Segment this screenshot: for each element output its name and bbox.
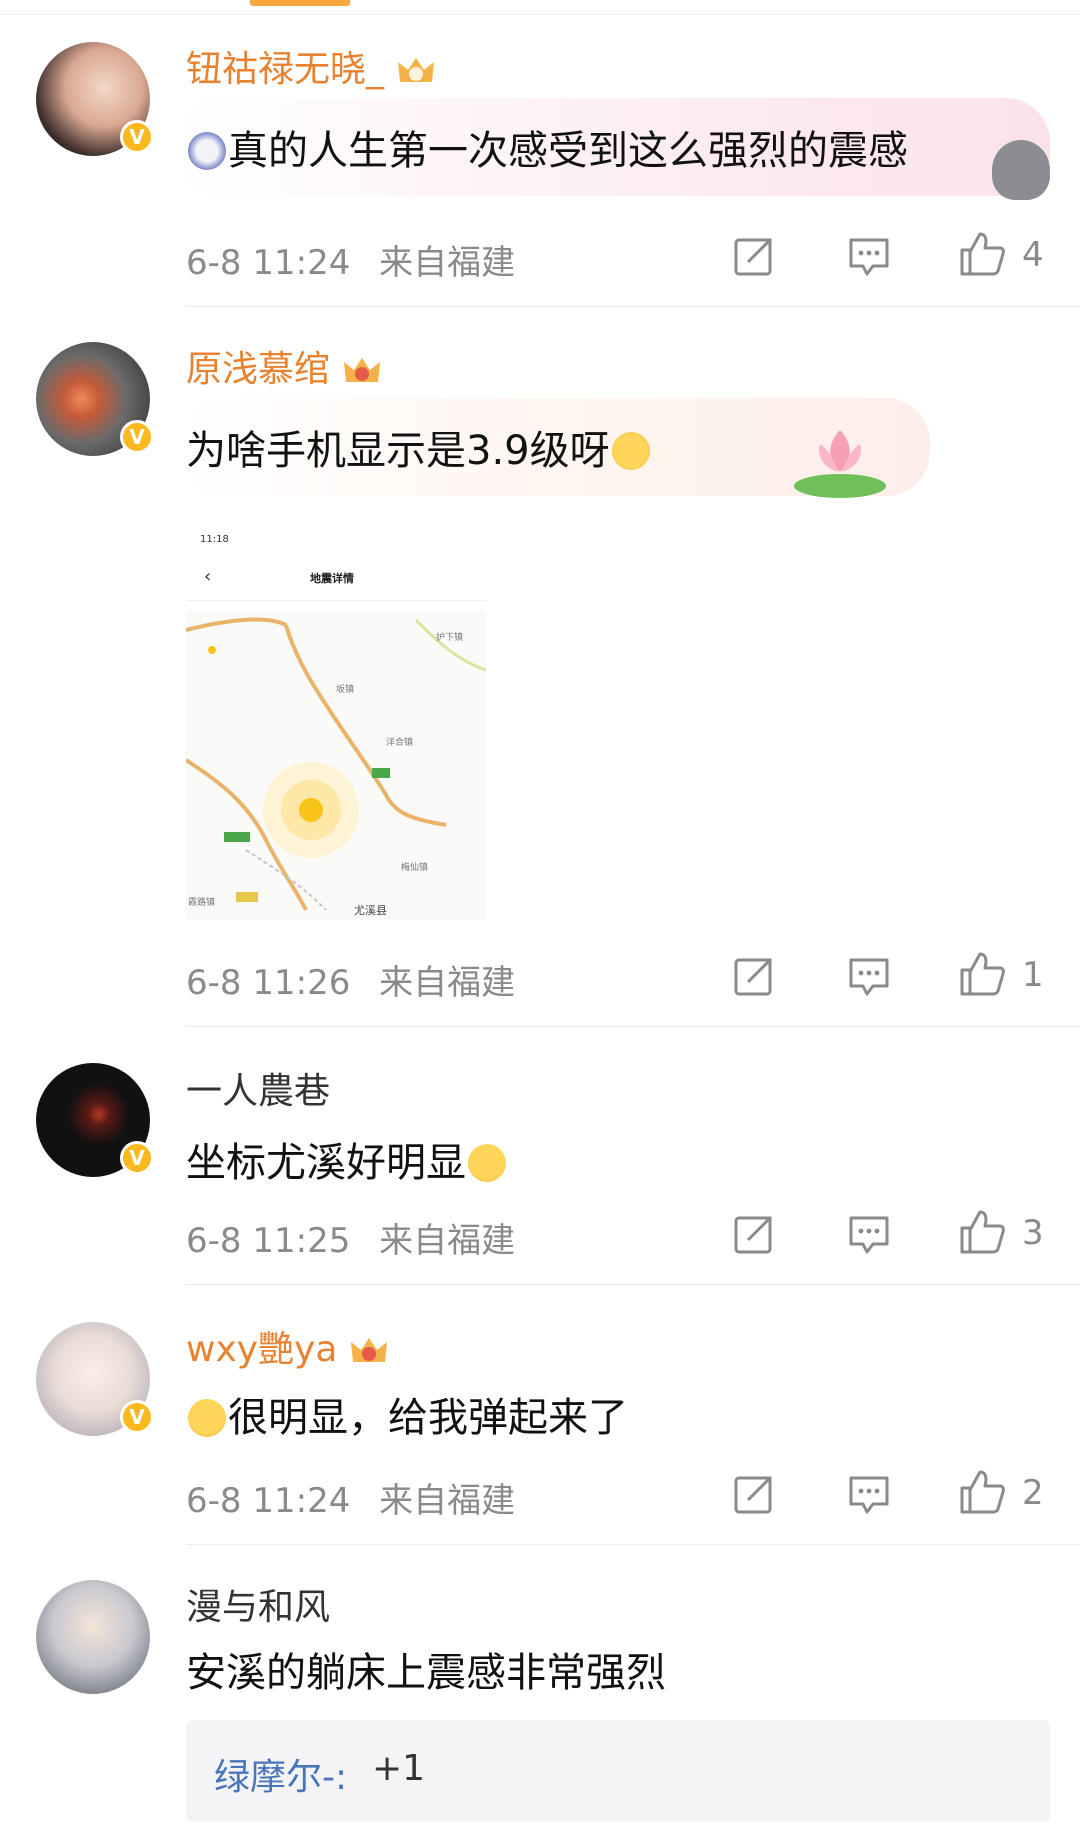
reply-username[interactable]: 绿摩尔-: (214, 1748, 347, 1800)
like-count: 1 (1022, 955, 1044, 995)
map-place-label: 护下镇 (436, 633, 464, 643)
map-place-label: 霞路镇 (188, 898, 216, 908)
comment-date: 6-8 (186, 243, 242, 283)
divider (186, 1026, 1080, 1027)
comment-text: 安溪的躺床上震感非常强烈 (186, 1640, 666, 1698)
comment-meta: 6-8 11:26 来自福建 (186, 955, 515, 1004)
share-icon[interactable] (730, 1210, 778, 1258)
username-text: 原浅慕绾 (186, 349, 331, 390)
lotus-sticker-icon (790, 420, 890, 500)
attached-image[interactable]: 11:18 ‹ 地震详情 护下镇 坂镇 洋合镇 梅仙镇 尤溪县 霞路镇 (186, 520, 486, 920)
divider (186, 1544, 1080, 1545)
thumbs-up-icon[interactable] (958, 1208, 1006, 1256)
reply-text: +1 (372, 1748, 426, 1789)
comment-time: 11:24 (252, 243, 351, 283)
share-icon[interactable] (730, 232, 778, 280)
like-count: 2 (1022, 1473, 1044, 1513)
crying-emoji-icon (188, 1399, 226, 1437)
map-place-label: 梅仙镇 (401, 863, 429, 873)
comment-location: 来自福建 (379, 1221, 516, 1261)
comment-location: 来自福建 (379, 243, 516, 283)
thumbs-up-icon[interactable] (958, 1468, 1006, 1516)
comment-location: 来自福建 (379, 1481, 516, 1521)
comment-text-content: 真的人生第一次感受到这么强烈的震感 (228, 128, 908, 174)
verified-badge-icon: V (120, 1400, 154, 1434)
avatar[interactable]: V (36, 342, 154, 456)
shocked-emoji-icon (188, 132, 226, 170)
username[interactable]: 一人農巷 (186, 1062, 330, 1114)
crown-badge-icon (349, 1334, 389, 1368)
comment-icon[interactable] (845, 1210, 893, 1258)
comment-time: 11:24 (252, 1481, 351, 1521)
crown-badge-icon (396, 54, 436, 88)
crying-emoji-icon (468, 1144, 506, 1182)
comment-text: 真的人生第一次感受到这么强烈的震感 (186, 118, 908, 176)
comment-meta: 6-8 11:24 来自福建 (186, 1473, 515, 1522)
comment-date: 6-8 (186, 1221, 242, 1261)
avatar[interactable] (36, 1580, 150, 1694)
comment-text-content: 为啥手机显示是3.9级呀 (186, 428, 610, 474)
username[interactable]: 原浅慕绾 (186, 340, 382, 392)
username[interactable]: wxy艷ya (186, 1320, 389, 1372)
divider (186, 1284, 1080, 1285)
comment-location: 来自福建 (379, 963, 516, 1003)
username-text: 漫与和风 (186, 1587, 331, 1628)
avatar[interactable]: V (36, 42, 154, 156)
comment-meta: 6-8 11:24 来自福建 (186, 235, 515, 284)
comment-text-content: 安溪的躺床上震感非常强烈 (186, 1650, 666, 1696)
map-status-time: 11:18 (200, 534, 229, 545)
map-place-label: 坂镇 (336, 685, 355, 695)
thinking-emoji-icon (611, 432, 650, 470)
comment-text: 坐标尤溪好明显 (186, 1130, 508, 1188)
like-count: 4 (1022, 235, 1044, 275)
comment-date: 6-8 (186, 1481, 242, 1521)
map-place-label: 洋合镇 (386, 738, 414, 748)
share-icon[interactable] (730, 952, 778, 1000)
comment-text: 很明显，给我弹起来了 (186, 1385, 628, 1443)
reply-preview[interactable]: 绿摩尔-: +1 (186, 1720, 1050, 1822)
thumbs-up-icon[interactable] (958, 230, 1006, 278)
comment-icon[interactable] (845, 232, 893, 280)
divider (186, 306, 1080, 307)
crown-badge-icon (342, 354, 382, 388)
comment-item: V 钮祜禄无晓_ 真的人生第一次感受到这么强烈的震感 6-8 11:24 来自福… (0, 0, 1080, 310)
verified-badge-icon: V (120, 420, 154, 454)
username[interactable]: 钮祜禄无晓_ (186, 40, 436, 92)
comment-text-content: 坐标尤溪好明显 (186, 1140, 466, 1186)
username-text: wxy艷ya (186, 1329, 338, 1370)
thumbs-up-icon[interactable] (958, 950, 1006, 998)
bear-sticker-icon (992, 140, 1050, 200)
avatar[interactable]: V (36, 1063, 154, 1177)
map-title: 地震详情 (310, 572, 354, 585)
comment-text: 为啥手机显示是3.9级呀 (186, 418, 652, 476)
comment-time: 11:25 (252, 1221, 351, 1261)
username-text: 钮祜禄无晓_ (186, 49, 385, 90)
map-back-icon[interactable]: ‹ (204, 566, 211, 587)
username[interactable]: 漫与和风 (186, 1578, 330, 1630)
comment-text-content: 很明显，给我弹起来了 (228, 1395, 628, 1441)
share-icon[interactable] (730, 1470, 778, 1518)
comment-date: 6-8 (186, 963, 242, 1003)
verified-badge-icon: V (120, 120, 154, 154)
comment-meta: 6-8 11:25 来自福建 (186, 1213, 515, 1262)
avatar[interactable]: V (36, 1322, 154, 1436)
verified-badge-icon: V (120, 1141, 154, 1175)
comment-icon[interactable] (845, 952, 893, 1000)
like-count: 3 (1022, 1213, 1044, 1253)
map-place-label: 尤溪县 (354, 904, 387, 917)
comment-time: 11:26 (252, 963, 351, 1003)
comment-icon[interactable] (845, 1470, 893, 1518)
username-text: 一人農巷 (186, 1071, 331, 1112)
